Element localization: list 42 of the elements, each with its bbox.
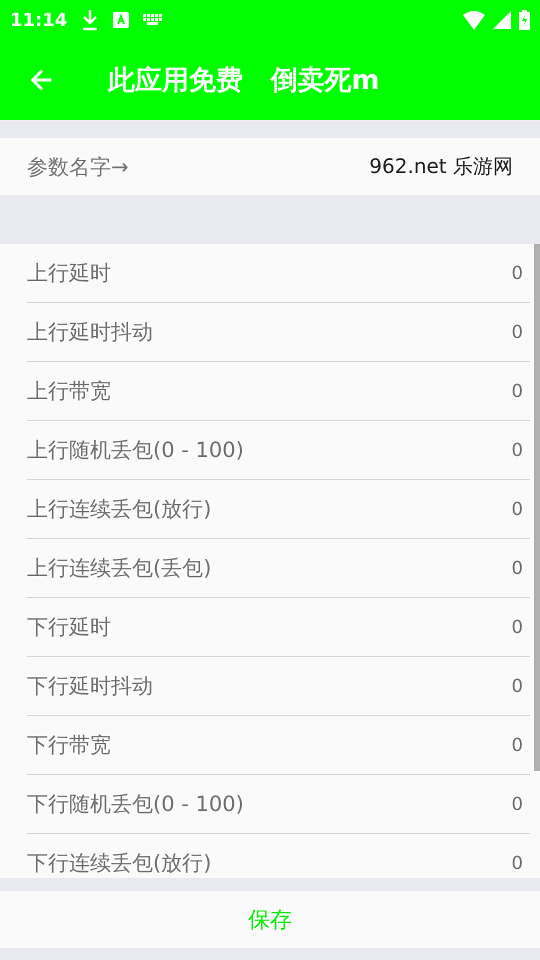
param-value: 0 xyxy=(512,498,523,520)
param-value: 0 xyxy=(512,558,523,578)
battery-icon xyxy=(519,10,530,30)
param-value: 0 xyxy=(512,794,523,814)
param-label: 下行延时抖动 xyxy=(27,673,153,700)
toolbar-title: 此应用免费 倒卖死m xyxy=(108,64,380,98)
wifi-icon xyxy=(463,10,485,30)
param-row[interactable]: 上行随机丢包(0 - 100) 0 xyxy=(27,421,530,480)
header-label: 参数名字→ xyxy=(27,154,129,180)
param-row[interactable]: 上行连续丢包(丢包) 0 xyxy=(27,539,530,598)
param-label: 下行连续丢包(放行) xyxy=(27,850,212,877)
signal-icon xyxy=(493,11,511,29)
param-row[interactable]: 下行随机丢包(0 - 100) 0 xyxy=(27,775,530,834)
param-row[interactable]: 下行带宽 0 xyxy=(27,716,530,775)
param-row[interactable]: 上行连续丢包(放行) 0 xyxy=(27,480,530,539)
keyboard-input-icon xyxy=(113,12,130,28)
param-row[interactable]: 下行延时抖动 0 xyxy=(27,657,530,716)
download-icon xyxy=(81,9,100,31)
param-label: 上行连续丢包(放行) xyxy=(27,496,212,523)
param-value: 0 xyxy=(512,322,523,342)
param-row[interactable]: 下行延时 0 xyxy=(27,598,530,657)
keyboard-icon xyxy=(143,14,164,26)
param-value: 0 xyxy=(512,734,523,756)
param-label: 上行延时抖动 xyxy=(27,319,153,346)
param-row[interactable]: 上行延时 0 xyxy=(27,244,530,303)
param-label: 下行延时 xyxy=(27,614,111,641)
param-value: 0 xyxy=(512,262,523,284)
param-value: 0 xyxy=(512,380,523,402)
param-label: 上行连续丢包(丢包) xyxy=(27,555,212,582)
header-value: 962.net 乐游网 xyxy=(369,153,513,180)
param-value: 0 xyxy=(512,616,523,638)
param-row[interactable]: 上行延时抖动 0 xyxy=(27,303,530,362)
param-row[interactable]: 上行带宽 0 xyxy=(27,362,530,421)
param-value: 0 xyxy=(512,440,523,460)
param-label: 下行带宽 xyxy=(27,732,111,759)
param-label: 上行带宽 xyxy=(27,378,111,405)
param-value: 0 xyxy=(512,676,523,696)
status-time: 11:14 xyxy=(10,10,68,30)
param-value: 0 xyxy=(512,852,523,874)
param-label: 下行随机丢包(0 - 100) xyxy=(27,791,244,818)
param-label: 上行随机丢包(0 - 100) xyxy=(27,437,244,464)
param-label: 上行延时 xyxy=(27,260,111,287)
